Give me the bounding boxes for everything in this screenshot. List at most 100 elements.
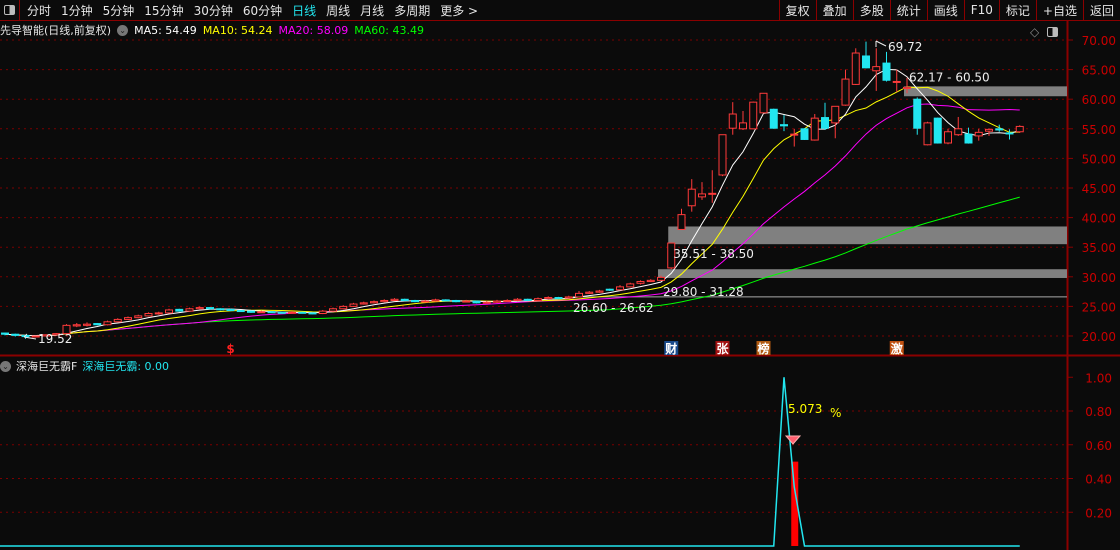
toolbar-button-1[interactable]: 叠加	[815, 0, 853, 20]
toolbar-button-7[interactable]: +自选	[1035, 0, 1083, 20]
indicator-header: ⌄ 深海巨无霸F 深海巨无霸: 0.00	[0, 358, 174, 374]
chevron-down-icon[interactable]: ⌄	[0, 360, 11, 372]
candle-body	[698, 193, 706, 198]
panel-toggle-button[interactable]	[0, 0, 20, 20]
tab-7[interactable]: 周线	[321, 2, 355, 19]
candle-body	[339, 305, 348, 310]
candle-body	[329, 308, 337, 312]
candle	[83, 322, 91, 327]
candle	[800, 128, 809, 141]
candle	[134, 314, 143, 319]
candle-body	[800, 128, 809, 140]
kline-chart[interactable]: 70.00 65.00 60.00 55.00 50.00 45.00 40.00 35.00…	[0, 0, 1120, 550]
tab-9[interactable]: 多周期	[389, 2, 435, 19]
tab-2[interactable]: 5分钟	[98, 2, 140, 19]
price-zone	[668, 226, 1067, 245]
candle	[349, 302, 358, 307]
candle-body	[308, 312, 317, 315]
zone-label: 62.17 - 60.50	[909, 70, 990, 84]
indicator-value: 深海巨无霸: 0.00	[82, 360, 170, 373]
indicator-name: 深海巨无霸F	[16, 360, 78, 373]
candle	[554, 296, 563, 300]
candle-body	[759, 92, 768, 114]
candle-body	[165, 309, 173, 314]
y-tick-label: 55.00	[1082, 123, 1116, 137]
event-marker: 榜	[757, 341, 769, 356]
candle	[718, 134, 727, 177]
tab-1[interactable]: 1分钟	[56, 2, 98, 19]
toolbar-button-8[interactable]: 返回	[1082, 0, 1120, 20]
event-marker: 张	[716, 341, 729, 356]
candle-body	[400, 298, 409, 301]
candle	[400, 298, 409, 302]
toolbar-button-5[interactable]: F10	[963, 0, 999, 20]
toolbar-button-4[interactable]: 画线	[926, 0, 964, 20]
indicator-line	[0, 377, 1020, 547]
ma20-line	[4, 103, 1020, 337]
level-label: 26.60 - 26.62	[573, 301, 654, 315]
panel-icon[interactable]	[1047, 27, 1059, 37]
indicator-label: 5.073	[788, 402, 822, 416]
tab-8[interactable]: 月线	[355, 2, 389, 19]
candle-body	[503, 299, 512, 302]
candle-body	[985, 128, 993, 132]
candle	[257, 310, 266, 314]
ma10-line	[4, 86, 1020, 337]
toolbar-button-3[interactable]: 统计	[889, 0, 927, 20]
candle-body	[31, 335, 40, 338]
diamond-icon[interactable]: ◇	[1030, 25, 1039, 39]
candle	[308, 312, 317, 315]
candle	[452, 299, 460, 303]
tab-3[interactable]: 15分钟	[139, 2, 188, 19]
toolbar-button-0[interactable]: 复权	[778, 0, 816, 20]
candle	[595, 289, 604, 293]
candle-body	[1005, 132, 1014, 135]
candle	[974, 128, 983, 141]
candle-body	[370, 301, 378, 304]
candle-body	[1, 332, 9, 335]
candle-body	[62, 324, 71, 335]
price-zone	[658, 269, 1067, 278]
candle-body	[298, 311, 307, 314]
candle-body	[944, 131, 952, 144]
candle-body	[124, 317, 132, 320]
tab-5[interactable]: 60分钟	[238, 2, 287, 19]
candle	[831, 105, 840, 139]
candle	[954, 116, 963, 136]
candle-body	[236, 310, 245, 313]
candle	[62, 324, 71, 335]
toolbar-button-6[interactable]: 标记	[998, 0, 1036, 20]
tab-6[interactable]: 日线	[287, 2, 321, 19]
candle-body	[226, 308, 235, 312]
tab-10[interactable]: 更多 >	[435, 2, 483, 19]
candle-body	[431, 299, 440, 302]
candle-body	[780, 124, 788, 127]
candle	[544, 296, 553, 300]
candle-body	[175, 308, 184, 312]
candle	[1, 332, 9, 336]
candle	[185, 307, 194, 312]
candle-body	[257, 311, 266, 314]
candle-body	[882, 62, 891, 81]
y-tick-label: 35.00	[1082, 241, 1116, 255]
candle	[441, 299, 450, 302]
candle	[687, 179, 696, 212]
candle-body	[564, 296, 573, 299]
chevron-down-icon[interactable]: ⌄	[117, 24, 129, 36]
y-tick-label: 70.00	[1082, 34, 1116, 48]
tab-0[interactable]: 分时	[22, 2, 56, 19]
toolbar-button-2[interactable]: 多股	[852, 0, 890, 20]
panel-icon	[4, 5, 15, 15]
candle	[390, 298, 399, 302]
y-tick-label: 0.20	[1085, 506, 1112, 520]
candle-body	[144, 313, 153, 317]
candle	[380, 299, 389, 303]
event-marker: $	[226, 342, 234, 356]
marker-badge	[664, 341, 679, 355]
y-tick-label: 1.00	[1085, 371, 1112, 385]
tab-4[interactable]: 30分钟	[189, 2, 238, 19]
high-pointer	[875, 40, 887, 47]
candle	[851, 48, 860, 85]
candle	[810, 114, 819, 141]
candle	[154, 311, 163, 315]
